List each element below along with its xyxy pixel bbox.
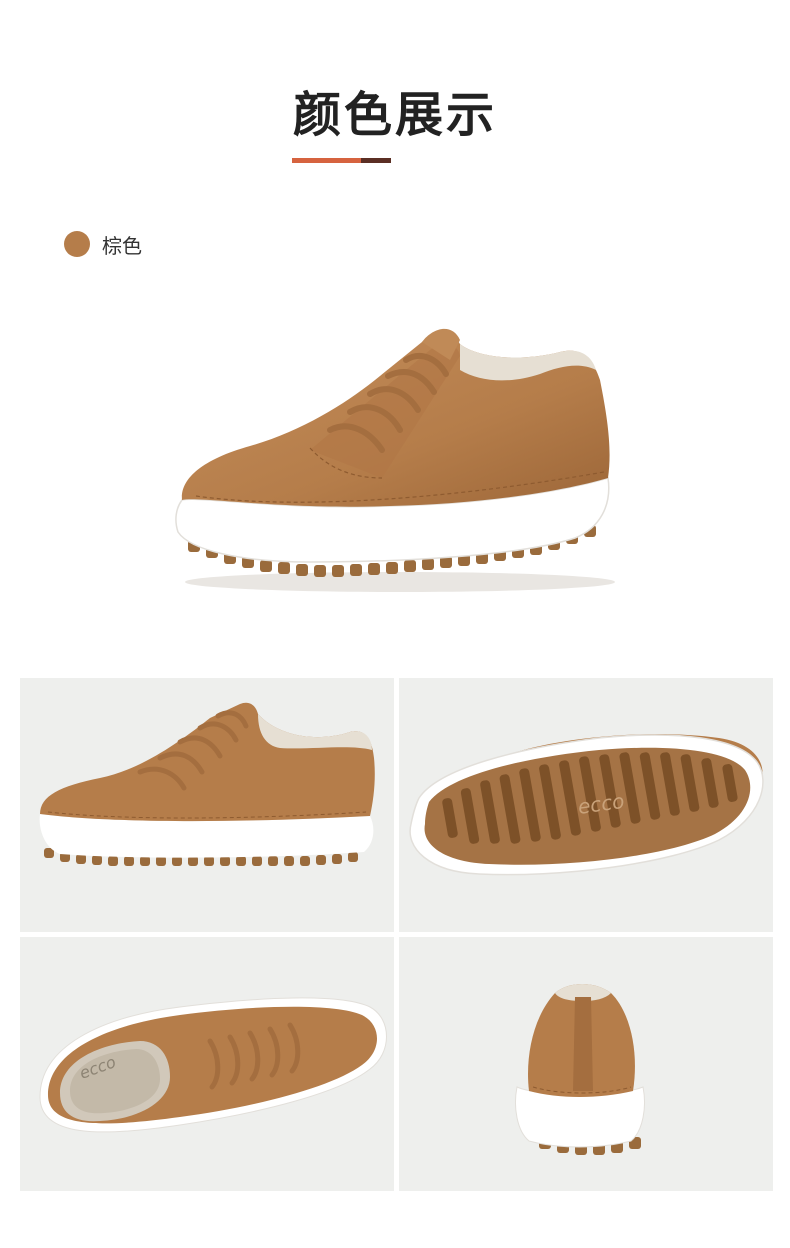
section-title: 颜色展示 (292, 87, 497, 143)
gallery-top-view[interactable]: ecco (20, 937, 394, 1191)
color-swatch-label: 棕色 (102, 233, 142, 258)
gallery-back-view[interactable] (399, 937, 773, 1191)
color-swatch[interactable]: 棕色 (64, 230, 142, 258)
hero-shoe-image (160, 300, 630, 600)
title-underline-dark (361, 158, 391, 163)
gallery-sole-view[interactable]: ecco (399, 678, 773, 932)
title-underline-accent (292, 158, 361, 163)
gallery-side-view[interactable] (20, 678, 394, 932)
color-swatch-dot (64, 231, 90, 257)
